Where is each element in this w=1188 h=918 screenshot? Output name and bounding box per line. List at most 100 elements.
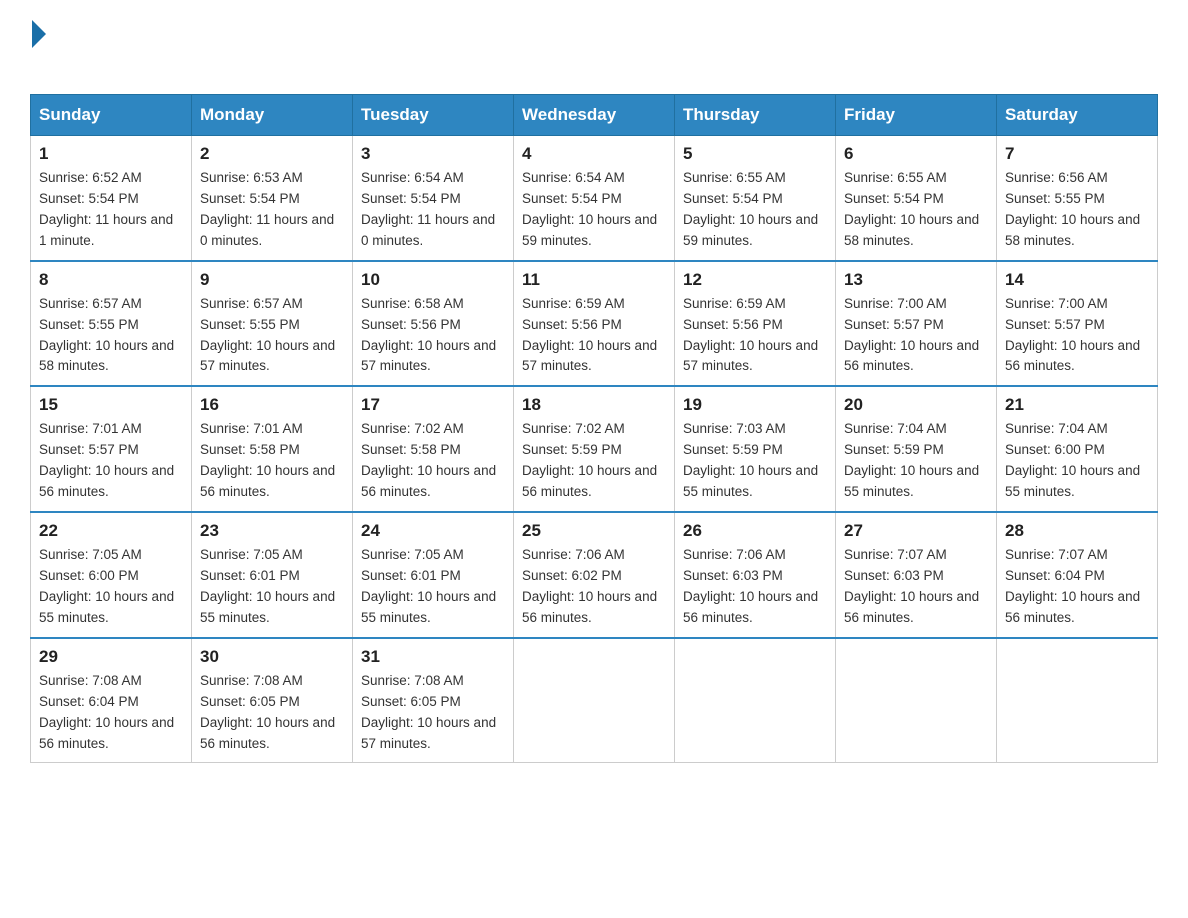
- day-number: 2: [200, 144, 344, 164]
- logo-arrow-icon: [32, 20, 46, 48]
- calendar-day-cell: 8 Sunrise: 6:57 AMSunset: 5:55 PMDayligh…: [31, 261, 192, 387]
- day-number: 21: [1005, 395, 1149, 415]
- day-number: 4: [522, 144, 666, 164]
- calendar-day-cell: 19 Sunrise: 7:03 AMSunset: 5:59 PMDaylig…: [675, 386, 836, 512]
- calendar-day-cell: 20 Sunrise: 7:04 AMSunset: 5:59 PMDaylig…: [836, 386, 997, 512]
- calendar-day-cell: 28 Sunrise: 7:07 AMSunset: 6:04 PMDaylig…: [997, 512, 1158, 638]
- calendar-body: 1 Sunrise: 6:52 AMSunset: 5:54 PMDayligh…: [31, 136, 1158, 763]
- day-info: Sunrise: 6:55 AMSunset: 5:54 PMDaylight:…: [683, 170, 818, 248]
- day-info: Sunrise: 7:03 AMSunset: 5:59 PMDaylight:…: [683, 421, 818, 499]
- day-number: 24: [361, 521, 505, 541]
- day-info: Sunrise: 7:01 AMSunset: 5:58 PMDaylight:…: [200, 421, 335, 499]
- calendar-day-cell: 7 Sunrise: 6:56 AMSunset: 5:55 PMDayligh…: [997, 136, 1158, 261]
- day-number: 25: [522, 521, 666, 541]
- weekday-header-cell: Sunday: [31, 95, 192, 136]
- day-info: Sunrise: 7:04 AMSunset: 6:00 PMDaylight:…: [1005, 421, 1140, 499]
- day-info: Sunrise: 7:07 AMSunset: 6:04 PMDaylight:…: [1005, 547, 1140, 625]
- day-number: 7: [1005, 144, 1149, 164]
- day-info: Sunrise: 6:58 AMSunset: 5:56 PMDaylight:…: [361, 296, 496, 374]
- calendar-day-cell: 18 Sunrise: 7:02 AMSunset: 5:59 PMDaylig…: [514, 386, 675, 512]
- day-info: Sunrise: 7:01 AMSunset: 5:57 PMDaylight:…: [39, 421, 174, 499]
- weekday-header-cell: Saturday: [997, 95, 1158, 136]
- calendar-day-cell: 6 Sunrise: 6:55 AMSunset: 5:54 PMDayligh…: [836, 136, 997, 261]
- calendar-day-cell: 26 Sunrise: 7:06 AMSunset: 6:03 PMDaylig…: [675, 512, 836, 638]
- calendar-day-cell: 22 Sunrise: 7:05 AMSunset: 6:00 PMDaylig…: [31, 512, 192, 638]
- day-number: 16: [200, 395, 344, 415]
- day-number: 9: [200, 270, 344, 290]
- day-number: 5: [683, 144, 827, 164]
- calendar-day-cell: 1 Sunrise: 6:52 AMSunset: 5:54 PMDayligh…: [31, 136, 192, 261]
- day-info: Sunrise: 7:07 AMSunset: 6:03 PMDaylight:…: [844, 547, 979, 625]
- weekday-header-cell: Tuesday: [353, 95, 514, 136]
- day-number: 18: [522, 395, 666, 415]
- calendar-day-cell: 21 Sunrise: 7:04 AMSunset: 6:00 PMDaylig…: [997, 386, 1158, 512]
- day-info: Sunrise: 7:08 AMSunset: 6:04 PMDaylight:…: [39, 673, 174, 751]
- calendar-day-cell: 5 Sunrise: 6:55 AMSunset: 5:54 PMDayligh…: [675, 136, 836, 261]
- day-info: Sunrise: 7:08 AMSunset: 6:05 PMDaylight:…: [361, 673, 496, 751]
- day-number: 13: [844, 270, 988, 290]
- calendar-day-cell: [514, 638, 675, 763]
- day-info: Sunrise: 6:56 AMSunset: 5:55 PMDaylight:…: [1005, 170, 1140, 248]
- day-number: 26: [683, 521, 827, 541]
- calendar-week-row: 22 Sunrise: 7:05 AMSunset: 6:00 PMDaylig…: [31, 512, 1158, 638]
- day-info: Sunrise: 7:00 AMSunset: 5:57 PMDaylight:…: [1005, 296, 1140, 374]
- day-number: 31: [361, 647, 505, 667]
- day-info: Sunrise: 7:06 AMSunset: 6:02 PMDaylight:…: [522, 547, 657, 625]
- calendar-week-row: 8 Sunrise: 6:57 AMSunset: 5:55 PMDayligh…: [31, 261, 1158, 387]
- day-info: Sunrise: 7:08 AMSunset: 6:05 PMDaylight:…: [200, 673, 335, 751]
- calendar-day-cell: 24 Sunrise: 7:05 AMSunset: 6:01 PMDaylig…: [353, 512, 514, 638]
- day-number: 10: [361, 270, 505, 290]
- calendar-day-cell: 16 Sunrise: 7:01 AMSunset: 5:58 PMDaylig…: [192, 386, 353, 512]
- calendar-day-cell: 29 Sunrise: 7:08 AMSunset: 6:04 PMDaylig…: [31, 638, 192, 763]
- day-info: Sunrise: 7:00 AMSunset: 5:57 PMDaylight:…: [844, 296, 979, 374]
- calendar-day-cell: 3 Sunrise: 6:54 AMSunset: 5:54 PMDayligh…: [353, 136, 514, 261]
- day-info: Sunrise: 6:54 AMSunset: 5:54 PMDaylight:…: [361, 170, 495, 248]
- weekday-header-cell: Wednesday: [514, 95, 675, 136]
- day-info: Sunrise: 6:52 AMSunset: 5:54 PMDaylight:…: [39, 170, 173, 248]
- day-number: 28: [1005, 521, 1149, 541]
- calendar-week-row: 29 Sunrise: 7:08 AMSunset: 6:04 PMDaylig…: [31, 638, 1158, 763]
- calendar-day-cell: 2 Sunrise: 6:53 AMSunset: 5:54 PMDayligh…: [192, 136, 353, 261]
- calendar-day-cell: 17 Sunrise: 7:02 AMSunset: 5:58 PMDaylig…: [353, 386, 514, 512]
- calendar-day-cell: [675, 638, 836, 763]
- calendar-week-row: 15 Sunrise: 7:01 AMSunset: 5:57 PMDaylig…: [31, 386, 1158, 512]
- calendar-day-cell: 9 Sunrise: 6:57 AMSunset: 5:55 PMDayligh…: [192, 261, 353, 387]
- day-number: 3: [361, 144, 505, 164]
- day-info: Sunrise: 7:04 AMSunset: 5:59 PMDaylight:…: [844, 421, 979, 499]
- day-number: 23: [200, 521, 344, 541]
- day-number: 8: [39, 270, 183, 290]
- day-number: 15: [39, 395, 183, 415]
- calendar-week-row: 1 Sunrise: 6:52 AMSunset: 5:54 PMDayligh…: [31, 136, 1158, 261]
- calendar-day-cell: 10 Sunrise: 6:58 AMSunset: 5:56 PMDaylig…: [353, 261, 514, 387]
- calendar-day-cell: 23 Sunrise: 7:05 AMSunset: 6:01 PMDaylig…: [192, 512, 353, 638]
- day-number: 29: [39, 647, 183, 667]
- calendar-day-cell: 11 Sunrise: 6:59 AMSunset: 5:56 PMDaylig…: [514, 261, 675, 387]
- weekday-header-cell: Monday: [192, 95, 353, 136]
- calendar-day-cell: 25 Sunrise: 7:06 AMSunset: 6:02 PMDaylig…: [514, 512, 675, 638]
- day-info: Sunrise: 6:57 AMSunset: 5:55 PMDaylight:…: [200, 296, 335, 374]
- day-info: Sunrise: 7:05 AMSunset: 6:01 PMDaylight:…: [200, 547, 335, 625]
- calendar-day-cell: 12 Sunrise: 6:59 AMSunset: 5:56 PMDaylig…: [675, 261, 836, 387]
- calendar-day-cell: 13 Sunrise: 7:00 AMSunset: 5:57 PMDaylig…: [836, 261, 997, 387]
- day-info: Sunrise: 7:05 AMSunset: 6:01 PMDaylight:…: [361, 547, 496, 625]
- calendar-day-cell: [997, 638, 1158, 763]
- day-number: 27: [844, 521, 988, 541]
- day-info: Sunrise: 6:55 AMSunset: 5:54 PMDaylight:…: [844, 170, 979, 248]
- day-info: Sunrise: 7:02 AMSunset: 5:59 PMDaylight:…: [522, 421, 657, 499]
- weekday-header-cell: Thursday: [675, 95, 836, 136]
- day-number: 20: [844, 395, 988, 415]
- day-info: Sunrise: 6:59 AMSunset: 5:56 PMDaylight:…: [522, 296, 657, 374]
- calendar-day-cell: 31 Sunrise: 7:08 AMSunset: 6:05 PMDaylig…: [353, 638, 514, 763]
- weekday-header-cell: Friday: [836, 95, 997, 136]
- calendar-day-cell: 30 Sunrise: 7:08 AMSunset: 6:05 PMDaylig…: [192, 638, 353, 763]
- page-header: [30, 20, 1158, 74]
- logo: [30, 20, 48, 74]
- day-number: 14: [1005, 270, 1149, 290]
- day-info: Sunrise: 6:53 AMSunset: 5:54 PMDaylight:…: [200, 170, 334, 248]
- day-info: Sunrise: 6:54 AMSunset: 5:54 PMDaylight:…: [522, 170, 657, 248]
- weekday-header-row: SundayMondayTuesdayWednesdayThursdayFrid…: [31, 95, 1158, 136]
- day-number: 6: [844, 144, 988, 164]
- calendar-table: SundayMondayTuesdayWednesdayThursdayFrid…: [30, 94, 1158, 763]
- day-number: 1: [39, 144, 183, 164]
- calendar-day-cell: 15 Sunrise: 7:01 AMSunset: 5:57 PMDaylig…: [31, 386, 192, 512]
